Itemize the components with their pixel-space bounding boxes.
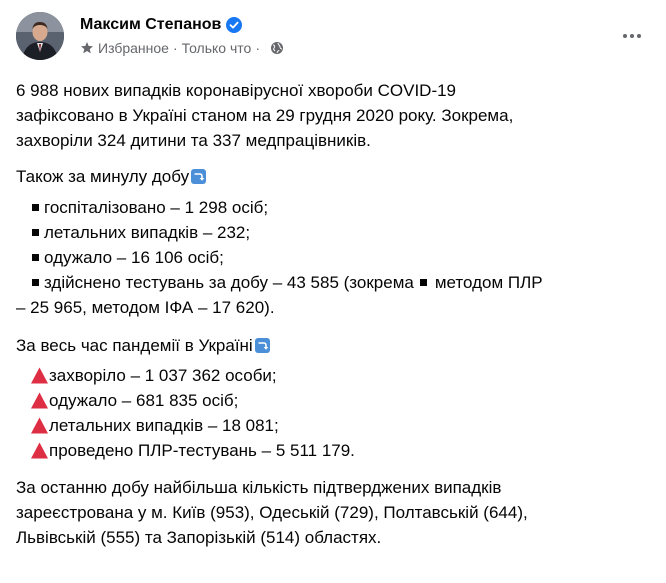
red-triangle-icon [31, 367, 48, 384]
list-item: проведено ПЛР-тестувань – 5 511 179. [16, 438, 616, 463]
post-header: Максим Степанов Избранное · Только что · [16, 12, 650, 62]
black-square-icon [32, 204, 39, 211]
daily-item-text: летальних випадків – 232; [44, 223, 251, 242]
meta-separator: · [172, 40, 178, 56]
list-item: летальних випадків – 232; [16, 220, 616, 245]
list-item: здійснено тестувань за добу – 43 585 (зо… [16, 270, 616, 295]
intro-line: зафіксовано в Україні станом на 29 грудн… [16, 106, 514, 125]
black-square-icon [32, 229, 39, 236]
pandemic-item-text: захворіло – 1 037 362 особи; [49, 366, 277, 385]
author-row: Максим Степанов [80, 15, 243, 35]
list-item: госпіталізовано – 1 298 осіб; [16, 195, 616, 220]
pandemic-heading: За весь час пандемії в Україні [16, 336, 253, 355]
intro-paragraph: 6 988 нових випадків коронавірусної хвор… [16, 78, 616, 153]
red-triangle-icon [31, 417, 48, 434]
arrow-turn-down-icon [191, 169, 207, 184]
verified-badge-icon [226, 17, 243, 33]
list-item: одужало – 16 106 осіб; [16, 245, 616, 270]
post-body: 6 988 нових випадків коронавірусної хвор… [16, 78, 616, 550]
daily-tests-part2: методом ПЛР [434, 273, 543, 292]
more-options-button[interactable] [614, 18, 650, 54]
pandemic-heading-row: За весь час пандемії в Україні [16, 333, 616, 358]
list-item: одужало – 681 835 осіб; [16, 388, 616, 413]
pandemic-item-text: проведено ПЛР-тестувань – 5 511 179. [49, 441, 355, 460]
pandemic-item-text: одужало – 681 835 осіб; [49, 391, 239, 410]
black-square-icon [419, 279, 427, 286]
daily-tests-part1: здійснено тестувань за добу – 43 585 (зо… [44, 273, 414, 292]
daily-heading-row: Також за минулу добу [16, 164, 616, 189]
black-square-icon [32, 279, 39, 286]
regions-paragraph: За останню добу найбільша кількість підт… [16, 475, 616, 550]
list-item: захворіло – 1 037 362 особи; [16, 363, 616, 388]
globe-icon[interactable] [270, 41, 284, 55]
post-meta: Избранное · Только что · [80, 40, 284, 56]
regions-line: Львівській (555) та Запорізькій (514) об… [16, 528, 382, 547]
facebook-post: Максим Степанов Избранное · Только что · [0, 0, 666, 583]
favorites-label[interactable]: Избранное [98, 40, 169, 56]
arrow-turn-down-icon [254, 338, 270, 353]
daily-stats-list: госпіталізовано – 1 298 осіб; летальних … [16, 195, 616, 295]
meta-separator-2: · [255, 40, 260, 56]
intro-line: 6 988 нових випадків коронавірусної хвор… [16, 81, 457, 100]
star-icon [81, 42, 93, 54]
regions-line: зареєстрована у м. Київ (953), Одеській … [16, 503, 528, 522]
pandemic-item-text: летальних випадків – 18 081; [49, 416, 279, 435]
regions-line: За останню добу найбільша кількість підт… [16, 478, 502, 497]
daily-item-text: одужало – 16 106 осіб; [44, 248, 224, 267]
daily-heading: Також за минулу добу [16, 167, 190, 186]
daily-item-text: госпіталізовано – 1 298 осіб; [44, 198, 269, 217]
author-name[interactable]: Максим Степанов [80, 16, 221, 34]
author-avatar[interactable] [16, 12, 64, 60]
list-item: летальних випадків – 18 081; [16, 413, 616, 438]
daily-tests-line2: – 25 965, методом ІФА – 17 620). [16, 298, 275, 317]
pandemic-stats-list: захворіло – 1 037 362 особи; одужало – 6… [16, 363, 616, 463]
black-square-icon [32, 254, 39, 261]
intro-line: захворіли 324 дитини та 337 медпрацівник… [16, 131, 371, 150]
red-triangle-icon [31, 442, 48, 459]
more-options-icon [623, 34, 641, 38]
post-time[interactable]: Только что [182, 40, 252, 56]
red-triangle-icon [31, 392, 48, 409]
